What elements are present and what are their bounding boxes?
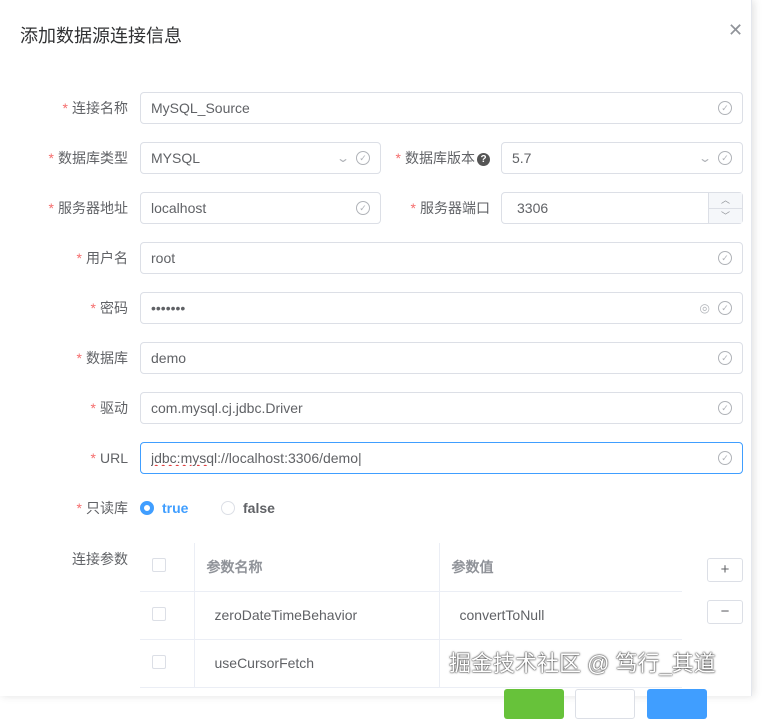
valid-icon: ✓ — [718, 451, 732, 465]
label-driver: * 驱动 — [90, 400, 128, 416]
port-input[interactable]: 3306 ︿ ﹀ — [501, 192, 743, 224]
label-db-version: * 数据库版本? — [390, 142, 490, 174]
param-value[interactable]: convertToNull — [438, 591, 682, 640]
valid-icon: ✓ — [718, 401, 732, 415]
header-value: 参数值 — [438, 543, 682, 592]
param-name[interactable]: useCursorFetch — [193, 639, 439, 688]
valid-icon: ✓ — [718, 251, 732, 265]
host-input[interactable]: localhost ✓ — [140, 192, 381, 224]
increase-icon[interactable]: ︿ — [709, 193, 742, 209]
label-user: * 用户名 — [76, 250, 128, 266]
label-password: * 密码 — [90, 300, 128, 316]
valid-icon: ✓ — [718, 301, 732, 315]
label-readonly: * 只读库 — [76, 500, 128, 516]
chevron-down-icon: ⌄ — [697, 151, 713, 165]
chevron-down-icon: ⌄ — [335, 151, 351, 165]
label-name: * 连接名称 — [62, 100, 128, 116]
label-db-type: * 数据库类型 — [48, 150, 128, 166]
label-host: * 服务器地址 — [48, 200, 128, 216]
valid-icon: ✓ — [718, 101, 732, 115]
url-scheme: jdbc:mysql — [151, 450, 218, 466]
label-database: * 数据库 — [76, 350, 128, 366]
decrease-icon[interactable]: ﹀ — [709, 209, 742, 224]
label-port: * 服务器端口 — [410, 200, 490, 216]
label-url: * URL — [90, 450, 128, 466]
radio-false[interactable]: false — [221, 500, 275, 516]
port-stepper[interactable]: ︿ ﹀ — [708, 193, 742, 223]
select-all-checkbox[interactable] — [152, 558, 166, 573]
username-input[interactable]: root ✓ — [140, 242, 743, 274]
database-input[interactable]: demo ✓ — [140, 342, 743, 374]
remove-param-button[interactable]: − — [707, 600, 743, 624]
help-icon[interactable]: ? — [477, 152, 490, 166]
valid-icon: ✓ — [718, 351, 732, 365]
eye-hidden-icon[interactable]: ◎ — [700, 301, 710, 315]
valid-icon: ✓ — [718, 151, 732, 165]
driver-input[interactable]: com.mysql.cj.jdbc.Driver ✓ — [140, 392, 743, 424]
db-type-select[interactable]: MYSQL ⌄ ✓ — [140, 142, 381, 174]
header-name: 参数名称 — [193, 543, 439, 592]
param-name[interactable]: zeroDateTimeBehavior — [193, 591, 439, 640]
password-input[interactable]: ••••••• ◎ ✓ — [140, 292, 743, 324]
watermark: 掘金技术社区 @ 笃行_其道 — [449, 651, 716, 676]
valid-icon: ✓ — [356, 201, 370, 215]
table-header: 参数名称 参数值 — [140, 543, 682, 592]
row-checkbox[interactable] — [152, 606, 166, 621]
cancel-button[interactable] — [575, 689, 635, 719]
radio-true[interactable]: true — [140, 500, 188, 516]
close-icon[interactable]: ✕ — [728, 20, 743, 41]
add-param-button[interactable]: + — [707, 558, 743, 582]
url-rest: ://localhost:3306/demo — [217, 450, 359, 466]
table-row: zeroDateTimeBehavior convertToNull — [140, 591, 682, 640]
valid-icon: ✓ — [356, 151, 370, 165]
add-datasource-dialog: 添加数据源连接信息 ✕ * 连接名称 MySQL_Source ✓ * 数据库类型 M… — [0, 0, 752, 719]
confirm-button[interactable] — [647, 689, 707, 719]
row-checkbox[interactable] — [152, 654, 166, 669]
db-version-select[interactable]: 5.7 ⌄ ✓ — [501, 142, 743, 174]
label-params: 连接参数 — [72, 551, 128, 567]
test-button[interactable] — [504, 689, 564, 719]
connection-name-input[interactable]: MySQL_Source ✓ — [140, 92, 743, 124]
dialog-title: 添加数据源连接信息 — [20, 26, 182, 46]
url-input[interactable]: jdbc:mysql://localhost:3306/demo| ✓ — [140, 442, 743, 474]
